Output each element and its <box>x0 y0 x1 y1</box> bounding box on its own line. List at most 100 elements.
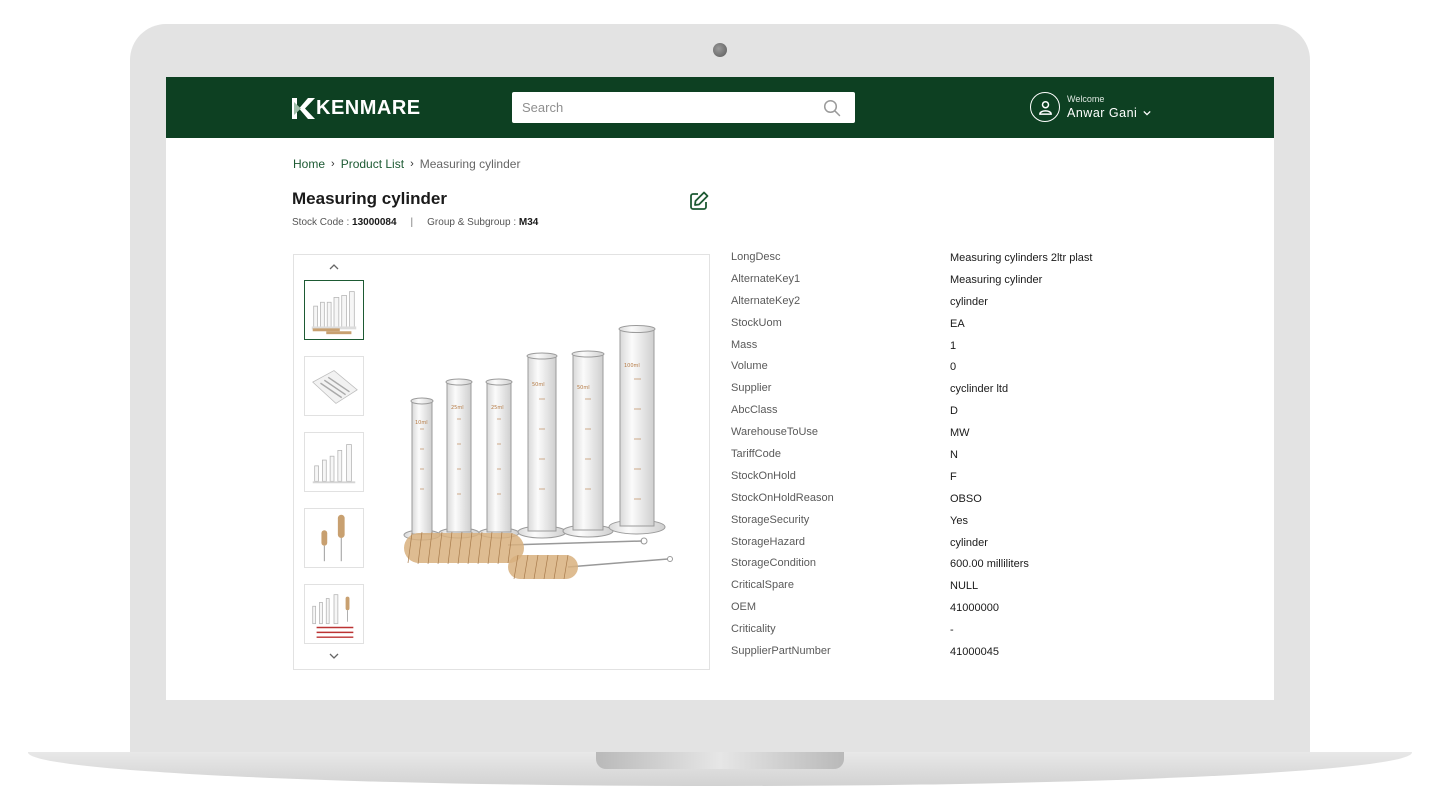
detail-key: AbcClass <box>731 404 778 417</box>
search-icon[interactable] <box>823 99 841 117</box>
detail-row: OEM 41000000 <box>731 601 1181 623</box>
kenmare-logo[interactable]: KENMARE <box>292 97 421 120</box>
detail-row: StorageCondition 600.00 milliliters <box>731 557 1181 579</box>
user-name: Anwar Gani <box>1067 105 1138 120</box>
user-info: Welcome Anwar Gani <box>1067 94 1151 121</box>
detail-key: StorageSecurity <box>731 513 810 526</box>
detail-value: Yes <box>950 514 968 527</box>
detail-value: 0 <box>950 361 957 374</box>
thumbnail-2[interactable] <box>304 356 364 416</box>
product-details: LongDesc Measuring cylinders 2ltr plast Al… <box>731 251 1181 667</box>
detail-row: Criticality - <box>731 623 1181 645</box>
breadcrumb-product-list[interactable]: Product List <box>341 157 404 171</box>
detail-value: D <box>950 405 958 418</box>
product-gallery: 10ml 25ml 25ml 50ml 50ml 100ml <box>293 254 710 670</box>
detail-key: StorageCondition <box>731 557 817 570</box>
detail-key: TariffCode <box>731 448 781 461</box>
breadcrumb-separator-icon: › <box>410 158 414 170</box>
detail-key: LongDesc <box>731 251 781 263</box>
detail-row: StorageSecurity Yes <box>731 514 1181 536</box>
detail-value: 41000045 <box>950 646 999 659</box>
breadcrumb-current: Measuring cylinder <box>419 157 521 171</box>
svg-text:50ml: 50ml <box>532 382 545 388</box>
detail-value: Measuring cylinder <box>950 273 1043 286</box>
detail-row: StockUom EA <box>731 317 1181 339</box>
kenmare-logo-icon <box>292 98 315 119</box>
detail-row: Volume 0 <box>731 360 1181 382</box>
detail-value: cylinder <box>950 295 988 308</box>
detail-value: NULL <box>950 580 979 593</box>
detail-key: StockOnHold <box>731 469 796 482</box>
chevron-up-icon[interactable] <box>328 262 340 272</box>
detail-key: Mass <box>731 338 758 351</box>
group-label: Group & Subgroup : <box>427 217 517 228</box>
welcome-label: Welcome <box>1067 93 1105 104</box>
laptop-notch <box>596 752 844 769</box>
svg-text:25ml: 25ml <box>451 405 464 411</box>
svg-text:10ml: 10ml <box>415 420 428 426</box>
detail-key: Supplier <box>731 382 772 395</box>
product-meta: Stock Code : 13000084 | Group & Subgroup… <box>292 217 538 228</box>
detail-key: CriticalSpare <box>731 579 794 592</box>
detail-value: 1 <box>950 339 957 352</box>
detail-key: AlternateKey1 <box>731 272 801 285</box>
thumbnail-5[interactable] <box>304 584 364 644</box>
detail-row: Supplier cyclinder ltd <box>731 382 1181 404</box>
detail-value: EA <box>950 317 965 330</box>
thumbnail-4[interactable] <box>304 508 364 568</box>
app-screen: KENMARE Welcome Anwar Gani <box>166 77 1274 700</box>
stock-code-label: Stock Code : <box>292 217 350 228</box>
detail-value: OBSO <box>950 492 982 505</box>
detail-key: Criticality <box>731 623 776 636</box>
detail-key: OEM <box>731 601 757 614</box>
stock-code-value: 13000084 <box>352 217 397 228</box>
chevron-down-icon[interactable] <box>328 651 340 661</box>
svg-text:100ml: 100ml <box>624 363 640 369</box>
svg-text:25ml: 25ml <box>491 405 504 411</box>
detail-row: StockOnHoldReason OBSO <box>731 492 1181 514</box>
user-name-row: Anwar Gani <box>1067 105 1151 121</box>
detail-row: StorageHazard cylinder <box>731 536 1181 558</box>
meta-divider: | <box>410 217 414 228</box>
detail-row: AbcClass D <box>731 404 1181 426</box>
top-header: KENMARE Welcome Anwar Gani <box>166 77 1274 138</box>
detail-key: AlternateKey2 <box>731 294 801 307</box>
svg-text:50ml: 50ml <box>577 385 590 391</box>
detail-row: WarehouseToUse MW <box>731 426 1181 448</box>
breadcrumb-home[interactable]: Home <box>293 157 325 171</box>
user-menu[interactable]: Welcome Anwar Gani <box>1030 92 1151 122</box>
detail-value: F <box>950 470 957 483</box>
breadcrumb-separator-icon: › <box>331 158 335 170</box>
detail-value: MW <box>950 427 970 440</box>
detail-row: AlternateKey1 Measuring cylinder <box>731 273 1181 295</box>
chevron-down-icon[interactable] <box>1143 110 1151 116</box>
detail-row: SupplierPartNumber 41000045 <box>731 645 1181 667</box>
detail-row: AlternateKey2 cylinder <box>731 295 1181 317</box>
user-icon <box>1030 92 1060 122</box>
detail-row: LongDesc Measuring cylinders 2ltr plast <box>731 251 1181 273</box>
detail-row: TariffCode N <box>731 448 1181 470</box>
detail-key: SupplierPartNumber <box>731 645 831 658</box>
detail-row: StockOnHold F <box>731 470 1181 492</box>
detail-value: cylinder <box>950 536 988 549</box>
detail-key: StockOnHoldReason <box>731 491 834 504</box>
edit-icon[interactable] <box>688 190 710 212</box>
product-main-image: 10ml 25ml 25ml 50ml 50ml 100ml <box>403 325 673 580</box>
detail-value: 600.00 milliliters <box>950 558 1029 571</box>
detail-value: Measuring cylinders 2ltr plast <box>950 252 1093 264</box>
search-input[interactable] <box>512 92 812 123</box>
search-box <box>512 92 855 123</box>
detail-value: cyclinder ltd <box>950 383 1009 396</box>
detail-key: StorageHazard <box>731 535 805 548</box>
detail-key: WarehouseToUse <box>731 426 819 439</box>
thumbnail-1[interactable] <box>304 280 364 340</box>
detail-value: - <box>950 624 954 637</box>
detail-key: StockUom <box>731 316 782 329</box>
detail-row: CriticalSpare NULL <box>731 579 1181 601</box>
detail-row: Mass 1 <box>731 339 1181 361</box>
page-title: Measuring cylinder <box>292 189 447 208</box>
group-value: M34 <box>518 217 539 228</box>
breadcrumb: Home › Product List › Measuring cylinder <box>293 157 520 171</box>
thumbnail-3[interactable] <box>304 432 364 492</box>
laptop-camera <box>713 43 727 57</box>
